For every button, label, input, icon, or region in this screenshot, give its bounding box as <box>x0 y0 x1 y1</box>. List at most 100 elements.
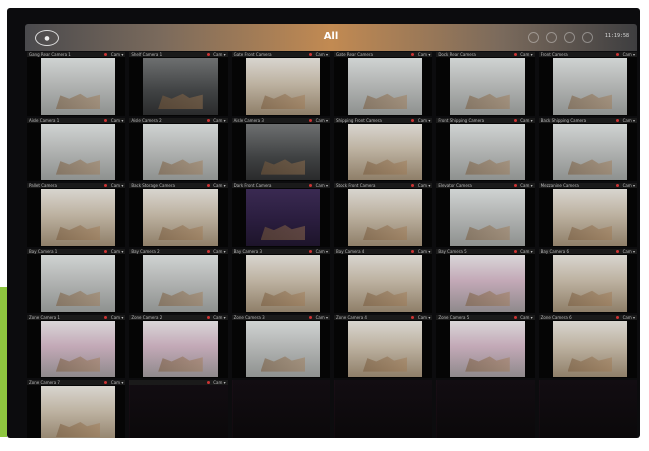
camera-feed[interactable] <box>552 189 627 246</box>
camera-feed[interactable] <box>41 320 116 378</box>
camera-menu[interactable]: Cam ▾ <box>316 52 328 57</box>
camera-feed[interactable] <box>552 58 627 115</box>
camera-tile-empty[interactable] <box>436 380 535 438</box>
camera-feed[interactable] <box>245 320 320 378</box>
camera-menu[interactable]: Cam ▾ <box>520 118 532 123</box>
camera-tile[interactable]: Gate Front Camera Cam ▾ <box>231 52 330 116</box>
camera-feed[interactable] <box>348 58 423 115</box>
camera-menu[interactable]: Cam ▾ <box>520 183 532 188</box>
camera-tile[interactable]: Zone Camera 6 Cam ▾ <box>538 314 637 379</box>
camera-tile[interactable]: Aisle Camera 2 Cam ▾ <box>129 117 228 182</box>
camera-feed[interactable] <box>348 123 423 181</box>
camera-tile[interactable]: Zone Camera 5 Cam ▾ <box>436 314 535 379</box>
camera-menu[interactable]: Cam ▾ <box>623 52 635 57</box>
camera-menu[interactable]: Cam ▾ <box>520 249 532 254</box>
camera-tile-empty[interactable] <box>334 380 433 438</box>
camera-feed[interactable] <box>245 189 320 246</box>
camera-feed[interactable] <box>245 255 320 312</box>
camera-feed[interactable] <box>450 320 525 378</box>
camera-feed[interactable] <box>143 123 218 181</box>
camera-menu[interactable]: Cam ▾ <box>316 315 328 320</box>
layout-icon[interactable] <box>564 32 575 43</box>
camera-tile[interactable]: Aisle Camera 3 Cam ▾ <box>231 117 330 182</box>
camera-feed[interactable] <box>41 255 116 312</box>
camera-menu[interactable]: Cam ▾ <box>111 118 123 123</box>
camera-feed[interactable] <box>41 189 116 246</box>
camera-feed[interactable] <box>450 255 525 312</box>
camera-tile[interactable]: Back Shipping Camera Cam ▾ <box>538 117 637 182</box>
camera-tile[interactable]: Bay Camera 1 Cam ▾ <box>27 249 126 313</box>
camera-feed[interactable] <box>552 320 627 378</box>
camera-menu[interactable]: Cam ▾ <box>520 315 532 320</box>
camera-feed[interactable] <box>41 123 116 181</box>
camera-tile-empty[interactable]: Cam ▾ <box>129 380 228 438</box>
camera-feed[interactable] <box>143 58 218 115</box>
camera-feed[interactable] <box>552 255 627 312</box>
camera-menu[interactable]: Cam ▾ <box>623 118 635 123</box>
camera-tile[interactable]: Pallet Camera Cam ▾ <box>27 183 126 247</box>
camera-menu[interactable]: Cam ▾ <box>316 118 328 123</box>
camera-menu[interactable]: Cam ▾ <box>213 52 225 57</box>
fullscreen-icon[interactable] <box>582 32 593 43</box>
camera-tile[interactable]: Zone Camera 7 Cam ▾ <box>27 380 126 438</box>
camera-tile-empty[interactable] <box>538 380 637 438</box>
camera-tile[interactable]: Zone Camera 4 Cam ▾ <box>334 314 433 379</box>
camera-tile[interactable]: Mezzanine Camera Cam ▾ <box>538 183 637 247</box>
camera-menu[interactable]: Cam ▾ <box>520 52 532 57</box>
camera-tile[interactable]: Bay Camera 4 Cam ▾ <box>334 249 433 313</box>
camera-feed[interactable] <box>552 123 627 181</box>
camera-tile[interactable]: Bay Camera 2 Cam ▾ <box>129 249 228 313</box>
camera-tile[interactable]: Zone Camera 2 Cam ▾ <box>129 314 228 379</box>
camera-feed[interactable] <box>348 255 423 312</box>
camera-feed[interactable] <box>143 320 218 378</box>
camera-menu[interactable]: Cam ▾ <box>213 183 225 188</box>
camera-menu[interactable]: Cam ▾ <box>623 183 635 188</box>
camera-tile[interactable]: Dark Front Camera Cam ▾ <box>231 183 330 247</box>
camera-tile[interactable]: Shelf Camera 1 Cam ▾ <box>129 52 228 116</box>
camera-tile[interactable]: Bay Camera 5 Cam ▾ <box>436 249 535 313</box>
camera-menu[interactable]: Cam ▾ <box>418 52 430 57</box>
record-icon[interactable] <box>528 32 539 43</box>
settings-icon[interactable] <box>546 32 557 43</box>
camera-menu[interactable]: Cam ▾ <box>213 118 225 123</box>
camera-menu[interactable]: Cam ▾ <box>623 315 635 320</box>
camera-feed[interactable] <box>245 58 320 115</box>
camera-tile[interactable]: Stock Front Camera Cam ▾ <box>334 183 433 247</box>
camera-feed[interactable] <box>143 189 218 246</box>
camera-menu[interactable]: Cam ▾ <box>316 249 328 254</box>
camera-tile[interactable]: Shipping Front Camera Cam ▾ <box>334 117 433 182</box>
camera-tile[interactable]: Back Storage Camera Cam ▾ <box>129 183 228 247</box>
camera-menu[interactable]: Cam ▾ <box>418 118 430 123</box>
camera-tile[interactable]: Gate Rear Camera Cam ▾ <box>334 52 433 116</box>
camera-tile[interactable]: Front Shipping Camera Cam ▾ <box>436 117 535 182</box>
camera-menu[interactable]: Cam ▾ <box>623 249 635 254</box>
camera-tile[interactable]: Front Camera Cam ▾ <box>538 52 637 116</box>
camera-menu[interactable]: Cam ▾ <box>213 249 225 254</box>
camera-feed[interactable] <box>450 58 525 115</box>
camera-tile[interactable]: Zone Camera 1 Cam ▾ <box>27 314 126 379</box>
camera-feed[interactable] <box>245 123 320 181</box>
camera-feed[interactable] <box>450 189 525 246</box>
camera-menu[interactable]: Cam ▾ <box>213 315 225 320</box>
camera-menu[interactable]: Cam ▾ <box>111 315 123 320</box>
camera-menu[interactable]: Cam ▾ <box>111 249 123 254</box>
camera-menu[interactable]: Cam ▾ <box>316 183 328 188</box>
camera-tile[interactable]: Bay Camera 3 Cam ▾ <box>231 249 330 313</box>
camera-menu[interactable]: Cam ▾ <box>418 183 430 188</box>
camera-menu[interactable]: Cam ▾ <box>111 52 123 57</box>
camera-menu[interactable]: Cam ▾ <box>418 315 430 320</box>
camera-menu[interactable]: Cam ▾ <box>213 380 225 385</box>
camera-tile[interactable]: Aisle Camera 1 Cam ▾ <box>27 117 126 182</box>
camera-feed[interactable] <box>143 255 218 312</box>
camera-tile[interactable]: Bay Camera 6 Cam ▾ <box>538 249 637 313</box>
camera-tile[interactable]: Gang Rear Camera 1 Cam ▾ <box>27 52 126 116</box>
camera-feed[interactable] <box>450 123 525 181</box>
camera-menu[interactable]: Cam ▾ <box>418 249 430 254</box>
camera-feed[interactable] <box>41 386 116 438</box>
camera-menu[interactable]: Cam ▾ <box>111 183 123 188</box>
camera-tile[interactable]: Dock Rear Camera Cam ▾ <box>436 52 535 116</box>
camera-feed[interactable] <box>41 58 116 115</box>
camera-tile[interactable]: Elevator Camera Cam ▾ <box>436 183 535 247</box>
camera-tile[interactable]: Zone Camera 3 Cam ▾ <box>231 314 330 379</box>
camera-feed[interactable] <box>348 320 423 378</box>
